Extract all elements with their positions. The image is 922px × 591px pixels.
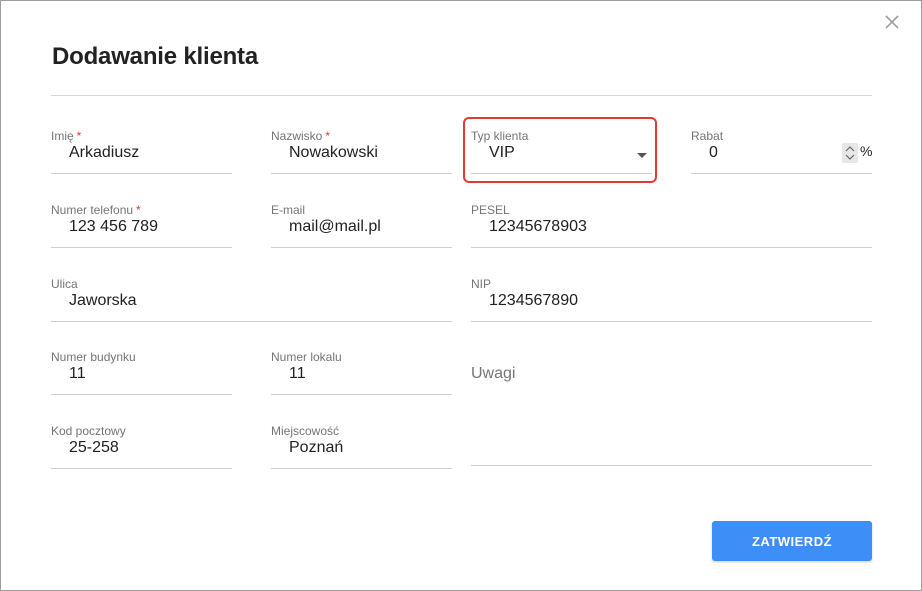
nip-label: NIP <box>471 277 492 291</box>
dropdown-caret-icon[interactable] <box>637 153 647 158</box>
percent-unit: % <box>860 143 873 159</box>
phone-value[interactable]: 123 456 789 <box>69 218 158 236</box>
phone-underline <box>51 247 232 248</box>
nip-value[interactable]: 1234567890 <box>489 292 578 310</box>
phone-field[interactable]: Numer telefonu * 123 456 789 <box>51 203 232 249</box>
apartment-number-value[interactable]: 11 <box>289 365 306 383</box>
last-name-field[interactable]: Nazwisko * Nowakowski <box>271 129 452 175</box>
postal-code-value[interactable]: 25-258 <box>69 439 119 457</box>
nip-underline <box>471 321 872 322</box>
pesel-label: PESEL <box>471 203 510 217</box>
last-name-underline <box>271 173 452 174</box>
discount-value[interactable]: 0 <box>709 144 718 162</box>
discount-field[interactable]: Rabat 0 % <box>691 129 872 175</box>
first-name-underline <box>51 173 232 174</box>
email-label: E-mail <box>271 203 306 217</box>
notes-label: Uwagi <box>471 365 516 382</box>
pesel-underline <box>471 247 872 248</box>
building-number-underline <box>51 394 232 395</box>
notes-underline <box>471 465 872 466</box>
client-type-underline <box>471 173 652 174</box>
pesel-field[interactable]: PESEL 12345678903 <box>471 203 872 249</box>
building-number-value[interactable]: 11 <box>69 365 86 383</box>
building-number-label: Numer budynku <box>51 350 136 364</box>
submit-button[interactable]: ZATWIERDŹ <box>712 521 872 561</box>
add-client-dialog: Dodawanie klienta Imię * Arkadiusz Nazwis… <box>0 0 922 591</box>
notes-textarea[interactable]: Uwagi <box>471 365 872 467</box>
street-label: Ulica <box>51 277 78 291</box>
close-icon[interactable] <box>881 11 903 33</box>
last-name-label: Nazwisko * <box>271 129 331 143</box>
street-underline <box>51 321 452 322</box>
apartment-number-underline <box>271 394 452 395</box>
client-type-value[interactable]: VIP <box>489 144 515 162</box>
postal-code-label: Kod pocztowy <box>51 424 126 438</box>
title-divider <box>51 95 872 96</box>
spinner-icon[interactable] <box>842 143 858 163</box>
client-type-select[interactable]: Typ klienta VIP <box>471 129 652 175</box>
last-name-value[interactable]: Nowakowski <box>289 144 378 162</box>
email-value[interactable]: mail@mail.pl <box>289 218 381 236</box>
city-label: Miejscowość <box>271 424 340 438</box>
city-underline <box>271 468 452 469</box>
pesel-value[interactable]: 12345678903 <box>489 218 587 236</box>
postal-code-field[interactable]: Kod pocztowy 25-258 <box>51 424 232 470</box>
city-value[interactable]: Poznań <box>289 439 343 457</box>
discount-label: Rabat <box>691 129 724 143</box>
first-name-label: Imię * <box>51 129 82 143</box>
first-name-value[interactable]: Arkadiusz <box>69 144 139 162</box>
nip-field[interactable]: NIP 1234567890 <box>471 277 872 323</box>
street-field[interactable]: Ulica Jaworska <box>51 277 452 323</box>
first-name-field[interactable]: Imię * Arkadiusz <box>51 129 232 175</box>
client-type-label: Typ klienta <box>471 129 529 143</box>
postal-code-underline <box>51 468 232 469</box>
email-field[interactable]: E-mail mail@mail.pl <box>271 203 452 249</box>
building-number-field[interactable]: Numer budynku 11 <box>51 350 232 396</box>
dialog-title: Dodawanie klienta <box>52 43 258 70</box>
apartment-number-label: Numer lokalu <box>271 350 342 364</box>
discount-underline <box>691 173 872 174</box>
apartment-number-field[interactable]: Numer lokalu 11 <box>271 350 452 396</box>
city-field[interactable]: Miejscowość Poznań <box>271 424 452 470</box>
street-value[interactable]: Jaworska <box>69 292 137 310</box>
phone-label: Numer telefonu * <box>51 203 141 217</box>
email-underline <box>271 247 452 248</box>
